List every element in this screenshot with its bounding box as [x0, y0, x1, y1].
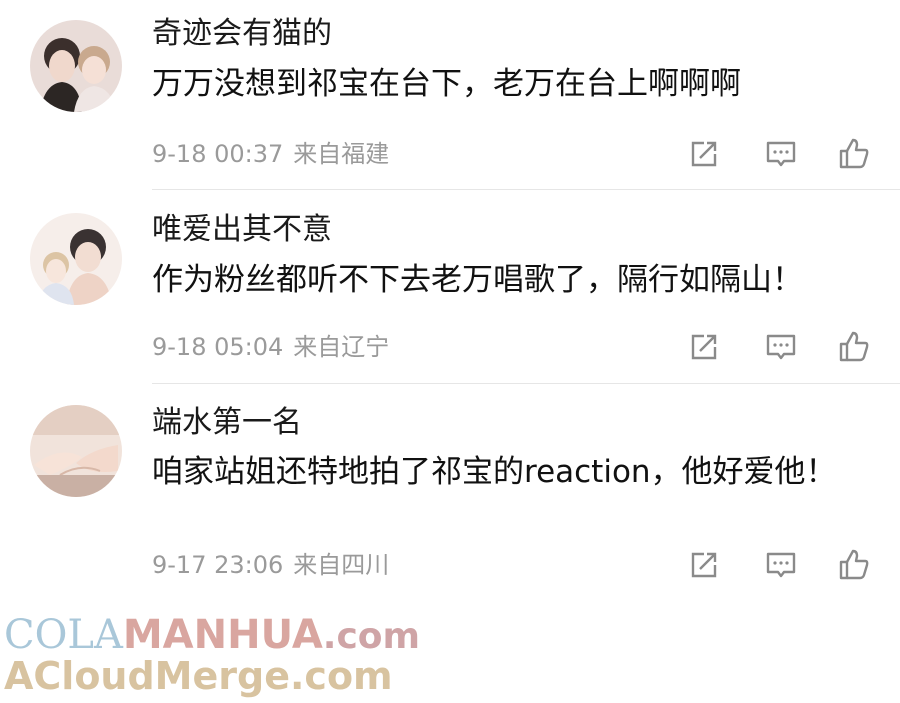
comment-meta: 9-18 05:04 来自辽宁: [152, 332, 389, 362]
comment-button[interactable]: [763, 329, 799, 365]
like-button[interactable]: [836, 329, 872, 365]
share-icon: [691, 141, 717, 167]
comment-actions: [686, 547, 876, 583]
timestamp: 9-18 00:37: [152, 140, 284, 168]
comment-icon: [766, 552, 796, 578]
share-icon: [691, 334, 717, 360]
comment-text: 咱家站姐还特地拍了祁宝的reaction，他好爱他！: [152, 454, 837, 490]
comment-text: 作为粉丝都听不下去老万唱歌了，隔行如隔山！: [152, 262, 803, 298]
share-icon: [691, 552, 717, 578]
thumbs-up-icon: [839, 549, 869, 580]
share-button[interactable]: [686, 547, 722, 583]
comment-button[interactable]: [763, 547, 799, 583]
timestamp: 9-17 23:06: [152, 551, 284, 579]
avatar[interactable]: [30, 213, 122, 305]
divider: [152, 383, 900, 384]
avatar[interactable]: [30, 405, 122, 497]
location: 来自辽宁: [293, 333, 390, 361]
watermark-colamanhua: COLAMANHUA.com: [4, 612, 420, 658]
username[interactable]: 奇迹会有猫的: [152, 14, 332, 54]
share-button[interactable]: [686, 329, 722, 365]
watermark-part: MANHUA: [122, 612, 323, 658]
comment-text: 万万没想到祁宝在台下，老万在台上啊啊啊: [152, 66, 741, 102]
comment-button[interactable]: [763, 136, 799, 172]
watermark-part: .com: [322, 616, 421, 657]
like-button[interactable]: [836, 547, 872, 583]
comment-meta: 9-18 00:37 来自福建: [152, 139, 389, 169]
comment-meta: 9-17 23:06 来自四川: [152, 550, 389, 580]
share-button[interactable]: [686, 136, 722, 172]
location: 来自四川: [293, 551, 390, 579]
watermark-acloudmerge: ACloudMerge.com: [4, 654, 393, 698]
username[interactable]: 唯爱出其不意: [152, 210, 332, 250]
location: 来自福建: [293, 140, 390, 168]
comment-icon: [766, 141, 796, 167]
avatar[interactable]: [30, 20, 122, 112]
watermark-part: COLA: [4, 612, 123, 658]
username[interactable]: 端水第一名: [152, 403, 302, 443]
divider: [152, 189, 900, 190]
timestamp: 9-18 05:04: [152, 333, 284, 361]
comment-actions: [686, 329, 876, 365]
thumbs-up-icon: [839, 331, 869, 362]
comment-actions: [686, 136, 876, 172]
like-button[interactable]: [836, 136, 872, 172]
comment-icon: [766, 334, 796, 360]
thumbs-up-icon: [839, 138, 869, 169]
